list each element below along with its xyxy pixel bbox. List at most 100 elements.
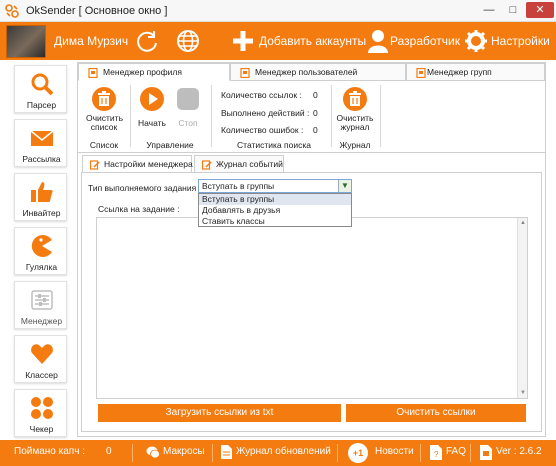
clear-links-button[interactable]: Очистить ссылки bbox=[346, 404, 526, 422]
sidebar-item-label: Рассылка bbox=[22, 154, 61, 164]
add-accounts-button[interactable]: Добавить аккаунты bbox=[231, 27, 366, 55]
load-links-button[interactable]: Загрузить ссылки из txt bbox=[98, 404, 341, 422]
info-document-icon: ? bbox=[430, 445, 442, 460]
avatar[interactable] bbox=[6, 25, 46, 58]
trash-icon bbox=[92, 87, 116, 111]
sidebar-item-mailing[interactable]: Рассылка bbox=[14, 119, 67, 167]
stat-links-count: Количество ссылок : 0 bbox=[221, 90, 326, 100]
document-icon bbox=[88, 68, 98, 78]
stat-label: Выполнено действий : bbox=[221, 108, 310, 118]
group-label-list: Список bbox=[89, 140, 119, 150]
tab-label: Менеджер пользователей bbox=[255, 67, 358, 77]
sidebar-item-label: Чекер bbox=[29, 424, 54, 434]
document-icon bbox=[240, 68, 250, 78]
sidebar-item-label: Менеджер bbox=[20, 316, 63, 326]
user-name: Дима Мурзич bbox=[54, 34, 129, 48]
dropdown-option[interactable]: Вступать в группы bbox=[199, 194, 351, 205]
status-separator bbox=[132, 444, 133, 462]
status-separator bbox=[212, 444, 213, 462]
close-button[interactable]: ✕ bbox=[526, 2, 554, 18]
edit-icon bbox=[90, 160, 100, 170]
news-badge[interactable]: +1 bbox=[348, 443, 368, 463]
clear-list-button[interactable]: Очистить список bbox=[86, 87, 123, 132]
sidebar-item-checker[interactable]: Чекер bbox=[14, 389, 67, 437]
stop-button[interactable]: Стоп bbox=[172, 87, 204, 128]
updates-log-link[interactable]: Журнал обновлений bbox=[236, 446, 331, 457]
scrollbar[interactable]: ▲ ▼ bbox=[517, 218, 527, 398]
tab-label: Журнал событий bbox=[216, 159, 283, 169]
stat-value: 0 bbox=[313, 108, 318, 118]
task-type-dropdown: Вступать в группы Добавлять в друзья Ста… bbox=[198, 193, 352, 227]
document-icon bbox=[221, 445, 232, 459]
minimize-button[interactable]: — bbox=[478, 2, 500, 18]
plus-icon bbox=[233, 31, 253, 51]
sidebar: Парсер Рассылка Инвайтер Гулялка Менедже… bbox=[14, 65, 67, 437]
start-button[interactable]: Начать bbox=[136, 87, 168, 128]
tab-event-log[interactable]: Журнал событий bbox=[194, 155, 284, 173]
ribbon-separator bbox=[211, 85, 212, 147]
svg-text:?: ? bbox=[434, 450, 439, 459]
tab-user-manager[interactable]: Менеджер пользователей bbox=[230, 63, 406, 81]
gear-icon bbox=[465, 30, 487, 52]
stop-label: Стоп bbox=[178, 118, 198, 128]
sidebar-item-label: Инвайтер bbox=[22, 208, 61, 218]
ribbon-separator bbox=[331, 85, 332, 147]
tab-group-manager[interactable]: Менеджер групп bbox=[406, 63, 545, 81]
start-label: Начать bbox=[138, 118, 166, 128]
header-bar: Дима Мурзич Добавить аккаунты Разработчи… bbox=[0, 22, 556, 60]
sidebar-item-label: Парсер bbox=[26, 100, 57, 110]
stat-value: 0 bbox=[313, 125, 318, 135]
main-tabs: Менеджер профиля Менеджер пользователей … bbox=[78, 63, 545, 81]
macros-link[interactable]: Макросы bbox=[163, 446, 205, 457]
dropdown-option[interactable]: Ставить классы bbox=[199, 216, 351, 227]
title-bar: OkSender [ Основное окно ] — □ ✕ bbox=[0, 0, 556, 22]
status-separator bbox=[337, 444, 338, 462]
chat-icon bbox=[146, 446, 160, 459]
sidebar-item-label: Классер bbox=[25, 370, 58, 380]
document-icon bbox=[416, 68, 426, 78]
stat-errors-count: Количество ошибок : 0 bbox=[221, 125, 326, 135]
link-label: Ссылка на задание : bbox=[98, 204, 180, 214]
settings-panel: Тип выполняемого задания : Вступать в гр… bbox=[81, 172, 542, 432]
sidebar-item-liker[interactable]: Классер bbox=[14, 335, 67, 383]
sidebar-item-inviter[interactable]: Инвайтер bbox=[14, 173, 67, 221]
settings-label: Настройки bbox=[491, 34, 550, 48]
links-textarea[interactable]: ▲ ▼ bbox=[96, 217, 528, 399]
sidebar-item-label: Гулялка bbox=[25, 262, 58, 272]
sidebar-item-manager[interactable]: Менеджер bbox=[14, 281, 67, 329]
task-type-select[interactable]: Вступать в группы ▼ bbox=[198, 179, 352, 193]
ribbon-separator bbox=[380, 85, 381, 147]
chevron-down-icon[interactable]: ▼ bbox=[338, 180, 351, 192]
scroll-up-icon[interactable]: ▲ bbox=[518, 218, 528, 228]
tab-profile-manager[interactable]: Менеджер профиля bbox=[78, 63, 230, 81]
version-document-icon bbox=[480, 445, 492, 460]
version-label: Ver : 2.6.2 bbox=[496, 446, 542, 457]
tab-label: Менеджер профиля bbox=[103, 67, 182, 77]
stat-actions-done: Выполнено действий : 0 bbox=[221, 108, 326, 118]
sidebar-item-parser[interactable]: Парсер bbox=[14, 65, 67, 113]
dropdown-option[interactable]: Добавлять в друзья bbox=[199, 205, 351, 216]
clear-log-button[interactable]: Очистить журнал bbox=[335, 87, 375, 132]
refresh-icon[interactable] bbox=[134, 28, 160, 54]
ribbon-separator bbox=[130, 85, 131, 147]
developer-button[interactable]: Разработчик bbox=[368, 27, 460, 55]
globe-icon[interactable] bbox=[175, 28, 201, 54]
scroll-down-icon[interactable]: ▼ bbox=[518, 388, 528, 398]
thumbs-up-icon bbox=[31, 182, 53, 202]
search-icon bbox=[31, 73, 54, 96]
user-icon bbox=[368, 30, 388, 53]
developer-label: Разработчик bbox=[390, 34, 460, 48]
task-type-label: Тип выполняемого задания : bbox=[88, 183, 201, 193]
tab-manager-settings[interactable]: Настройки менеджера bbox=[82, 155, 193, 173]
main-panel: Менеджер профиля Менеджер пользователей … bbox=[77, 62, 546, 437]
tab-label: Настройки менеджера bbox=[104, 159, 193, 169]
status-separator bbox=[420, 444, 421, 462]
maximize-button[interactable]: □ bbox=[502, 2, 524, 18]
settings-button[interactable]: Настройки bbox=[465, 27, 553, 55]
edit-icon bbox=[202, 160, 212, 170]
faq-link[interactable]: FAQ bbox=[446, 446, 466, 457]
news-link[interactable]: Новости bbox=[375, 446, 414, 457]
captcha-value: 0 bbox=[106, 446, 112, 457]
sidebar-item-walker[interactable]: Гулялка bbox=[14, 227, 67, 275]
play-icon bbox=[140, 87, 164, 111]
